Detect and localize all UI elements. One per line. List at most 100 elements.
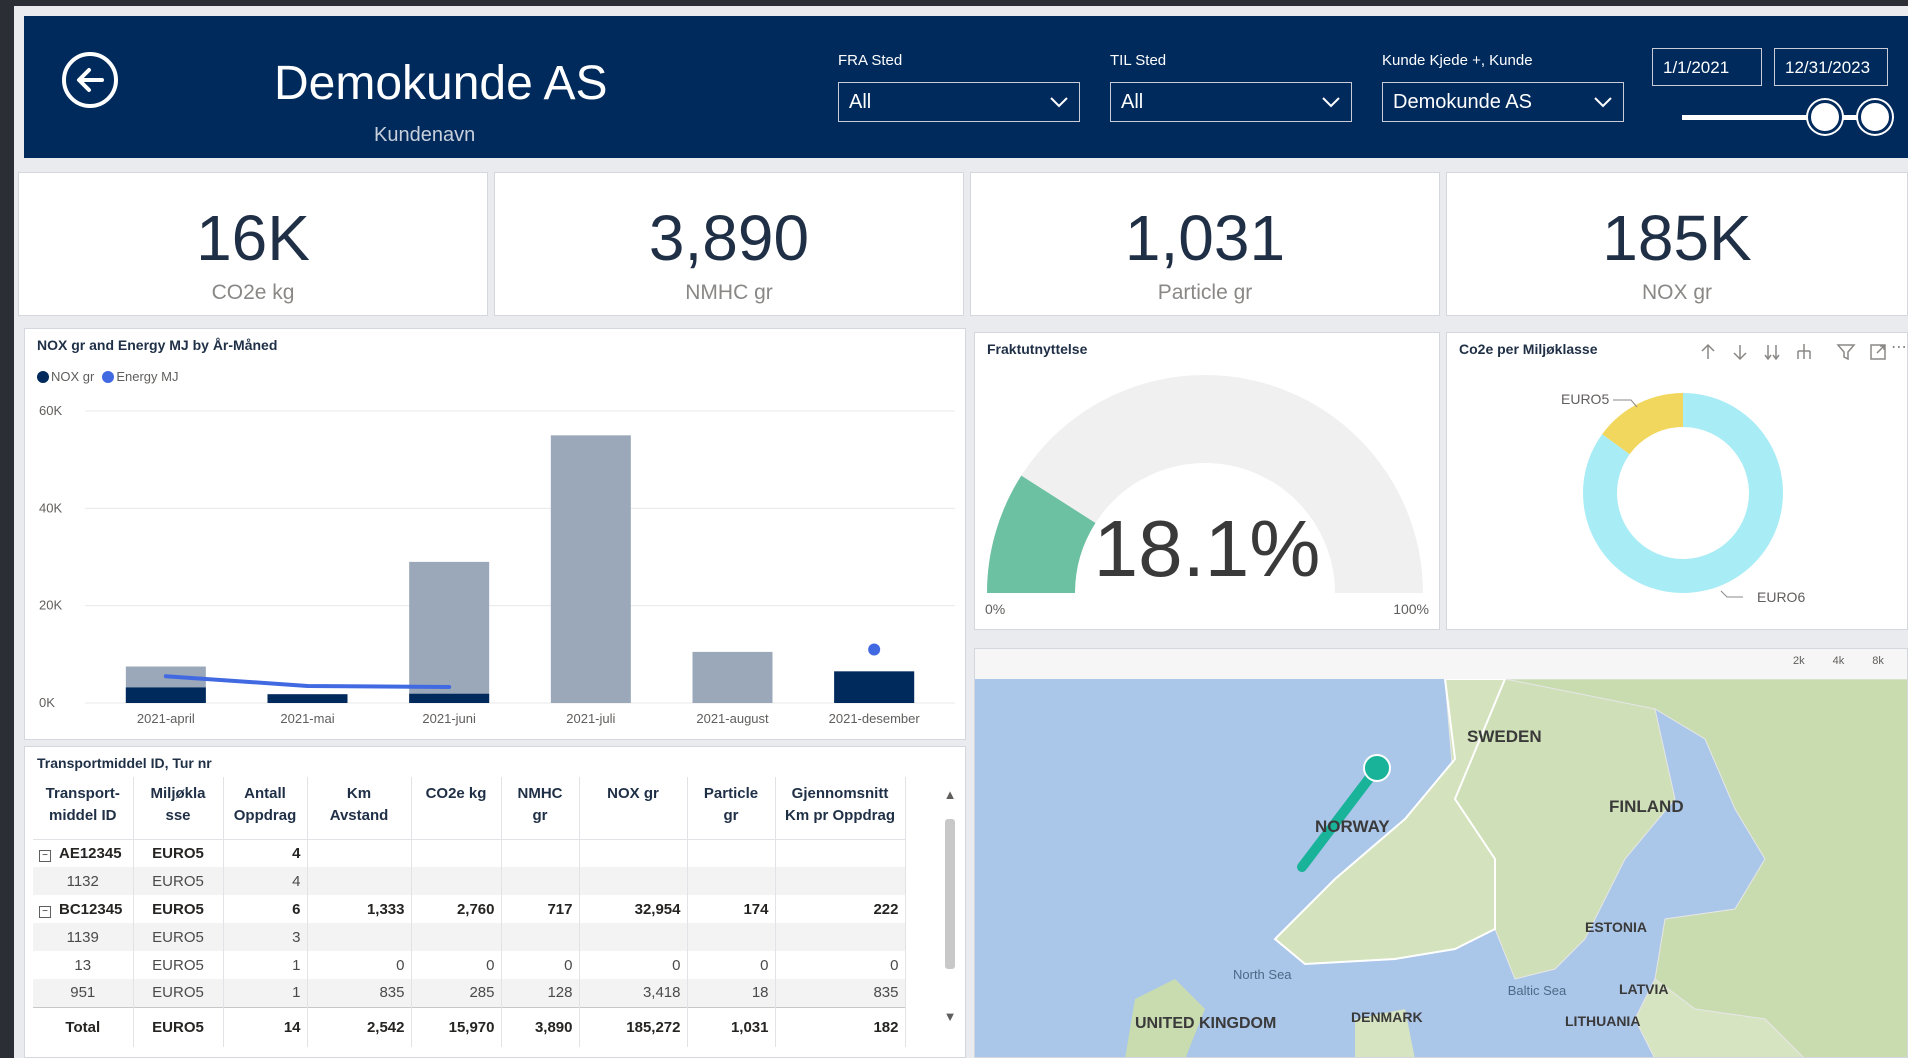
column-header[interactable]: Miljøkla sse <box>133 777 224 840</box>
bar-nox <box>834 671 915 703</box>
til-sted-label: TIL Sted <box>1110 52 1167 69</box>
column-header[interactable]: Antall Oppdrag <box>223 777 308 840</box>
chevron-down-icon <box>1594 97 1612 108</box>
y-tick-label: 40K <box>39 500 62 515</box>
date-range-slider-track[interactable] <box>1682 115 1872 120</box>
table-cell: 6 <box>223 895 308 923</box>
table-cell: 285 <box>411 979 502 1007</box>
map-toolbar <box>975 649 1907 679</box>
column-header[interactable]: Transport-middel ID <box>33 777 134 840</box>
nox-energy-chart[interactable]: NOX gr and Energy MJ by År-Måned NOX gr … <box>24 328 966 740</box>
map-label-denmark: DENMARK <box>1351 1009 1423 1025</box>
table-cell <box>775 867 906 895</box>
total-cell: 14 <box>223 1006 308 1047</box>
customer-name: Demokunde AS <box>274 57 608 110</box>
route-point[interactable] <box>1363 754 1391 782</box>
kpi-label: NOX gr <box>1641 281 1712 304</box>
table-cell: 1,333 <box>307 895 412 923</box>
kpi-label: Particle gr <box>1157 281 1253 304</box>
kpi-card-nox: 185K NOX gr <box>1446 172 1908 316</box>
back-button[interactable] <box>62 52 118 108</box>
collapse-icon[interactable]: − <box>39 849 51 862</box>
table-cell <box>307 923 412 951</box>
table-cell: 717 <box>501 895 580 923</box>
combo-chart-plot: 0K 20K 40K 60K 2021-april 2021-mai 2021-juni 20… <box>39 403 955 726</box>
y-tick-label: 20K <box>39 598 62 613</box>
column-header[interactable]: Particle gr <box>687 777 776 840</box>
table-total-row: Total EURO5 14 2,542 15,970 3,890 185,272 1,031… <box>33 1006 906 1047</box>
customer-name-label: Kundenavn <box>374 124 476 146</box>
collapse-icon[interactable]: − <box>39 905 51 918</box>
gauge-value: 18.1% <box>1093 504 1321 593</box>
table-scrollbar[interactable] <box>945 819 955 969</box>
table-cell <box>687 839 776 867</box>
table-row[interactable]: 951 EURO5 1 835 285 128 3,418 18 835 <box>33 979 906 1007</box>
column-header[interactable]: Km Avstand <box>307 777 412 840</box>
table-row-group[interactable]: − BC12345 EURO5 6 1,333 2,760 717 32,954 174 222 <box>33 895 906 923</box>
table-row[interactable]: 1139 EURO5 3 <box>33 923 906 951</box>
fraktutnyttelse-gauge[interactable]: Fraktutnyttelse 18.1% 0% 100% <box>974 332 1440 630</box>
til-sted-dropdown[interactable]: All <box>1110 82 1352 122</box>
table-cell <box>687 867 776 895</box>
table-cell: 1139 <box>33 923 134 951</box>
table-cell: EURO5 <box>133 979 224 1007</box>
y-tick-label: 60K <box>39 403 62 418</box>
column-header[interactable]: Gjennomsnitt Km pr Oppdrag <box>775 777 906 840</box>
x-tick-label: 2021-mai <box>280 711 334 726</box>
transport-table: Transport-middel ID Miljøkla sse Antall Oppd… <box>33 777 906 1047</box>
column-header[interactable]: CO2e kg <box>411 777 502 840</box>
kunde-dropdown[interactable]: Demokunde AS <box>1382 82 1624 122</box>
date-end-input[interactable]: 12/31/2023 <box>1774 48 1888 86</box>
table-row[interactable]: 13 EURO5 1 0 0 0 0 0 0 <box>33 951 906 979</box>
transport-table-visual[interactable]: Transportmiddel ID, Tur nr Transport-mid… <box>24 746 966 1058</box>
table-cell <box>307 867 412 895</box>
map-label-estonia: ESTONIA <box>1585 919 1647 935</box>
map-canvas[interactable] <box>975 679 1908 1058</box>
table-cell: − BC12345 <box>33 895 134 923</box>
bar-nox <box>409 693 490 703</box>
table-cell <box>411 839 502 867</box>
co2e-miljoklasse-donut[interactable]: Co2e per Miljøklasse ⋯ EURO5 EURO6 <box>1446 332 1908 630</box>
table-cell: 1132 <box>33 867 134 895</box>
total-cell: 1,031 <box>687 1006 776 1047</box>
date-start-input[interactable]: 1/1/2021 <box>1652 48 1762 86</box>
gauge-max-label: 100% <box>1393 601 1429 617</box>
total-cell: Total <box>33 1006 134 1047</box>
date-range-start-handle[interactable] <box>1808 100 1842 134</box>
total-cell: 185,272 <box>579 1006 688 1047</box>
scroll-down-icon[interactable]: ▼ <box>943 1009 957 1024</box>
table-cell: 13 <box>33 951 134 979</box>
kpi-label: CO2e kg <box>211 281 295 304</box>
kpi-card-co2e: 16K CO2e kg <box>18 172 488 316</box>
table-cell: 18 <box>687 979 776 1007</box>
y-tick-label: 0K <box>39 695 55 710</box>
table-row-group[interactable]: − AE12345 EURO5 4 <box>33 839 906 867</box>
table-row[interactable]: 1132 EURO5 4 <box>33 867 906 895</box>
table-cell: 0 <box>579 951 688 979</box>
date-range-end-handle[interactable] <box>1858 100 1892 134</box>
kunde-value: Demokunde AS <box>1393 91 1532 113</box>
map-label-north-sea: North Sea <box>1233 967 1292 982</box>
table-cell <box>687 923 776 951</box>
fra-sted-dropdown[interactable]: All <box>838 82 1080 122</box>
table-cell <box>307 839 412 867</box>
route-map[interactable]: 2k 4k 8k SWEDEN FINLAND NORWAY ESTONIA LAT… <box>974 648 1908 1058</box>
bar-nox <box>267 694 348 703</box>
column-header[interactable]: NOX gr <box>579 777 688 840</box>
total-cell: 2,542 <box>307 1006 412 1047</box>
table-cell: 3 <box>223 923 308 951</box>
total-cell: 15,970 <box>411 1006 502 1047</box>
table-cell <box>501 923 580 951</box>
x-tick-label: 2021-desember <box>829 711 921 726</box>
scroll-up-icon[interactable]: ▲ <box>943 787 957 802</box>
table-cell: EURO5 <box>133 923 224 951</box>
table-cell: 128 <box>501 979 580 1007</box>
donut-plot <box>1583 393 1783 593</box>
table-cell <box>775 923 906 951</box>
table-cell <box>579 923 688 951</box>
table-cell <box>579 867 688 895</box>
column-header[interactable]: NMHC gr <box>501 777 580 840</box>
table-cell: 0 <box>775 951 906 979</box>
table-cell: EURO5 <box>133 895 224 923</box>
map-label-norway: NORWAY <box>1315 817 1390 836</box>
